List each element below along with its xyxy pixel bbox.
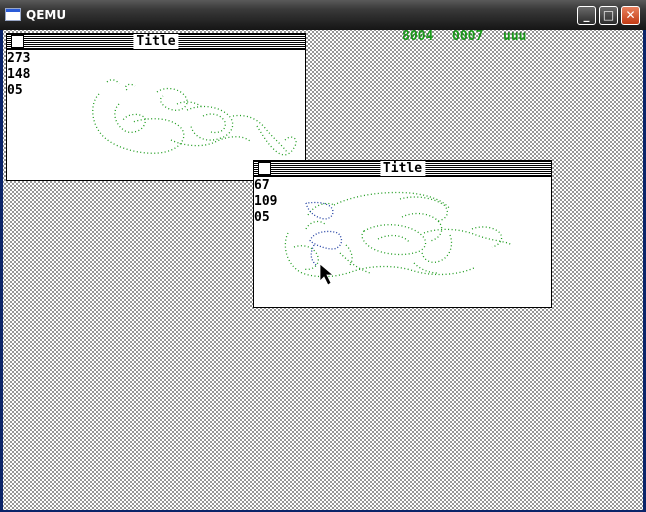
- host-title-bar[interactable]: QEMU _ □ ✕: [0, 0, 646, 30]
- minimize-icon: _: [583, 8, 590, 22]
- maximize-button[interactable]: □: [599, 6, 618, 25]
- status-counter-1: 8004: [402, 30, 434, 44]
- guest-desktop[interactable]: 8004 0007 uuu Title 273 148 05 Title 67 …: [3, 30, 643, 510]
- drawing-window-1[interactable]: Title 273 148 05: [6, 33, 306, 181]
- window-1-drawing-canvas[interactable]: [7, 34, 305, 180]
- status-counter-2: 0007: [452, 30, 484, 44]
- drawing-window-2[interactable]: Title 67 109 05: [253, 160, 552, 308]
- qemu-host-window: QEMU _ □ ✕ 8004 0007 uuu Title 273 148 0…: [0, 0, 646, 512]
- window-2-drawing-canvas[interactable]: [254, 161, 551, 307]
- minimize-button[interactable]: _: [577, 6, 596, 25]
- app-window-icon[interactable]: [5, 8, 21, 21]
- maximize-icon: □: [602, 8, 615, 22]
- status-indicator: uuu: [503, 30, 527, 44]
- mouse-pointer-icon: [319, 263, 335, 286]
- host-window-title: QEMU: [26, 8, 67, 22]
- close-button[interactable]: ✕: [621, 6, 640, 25]
- close-icon: ✕: [625, 8, 636, 22]
